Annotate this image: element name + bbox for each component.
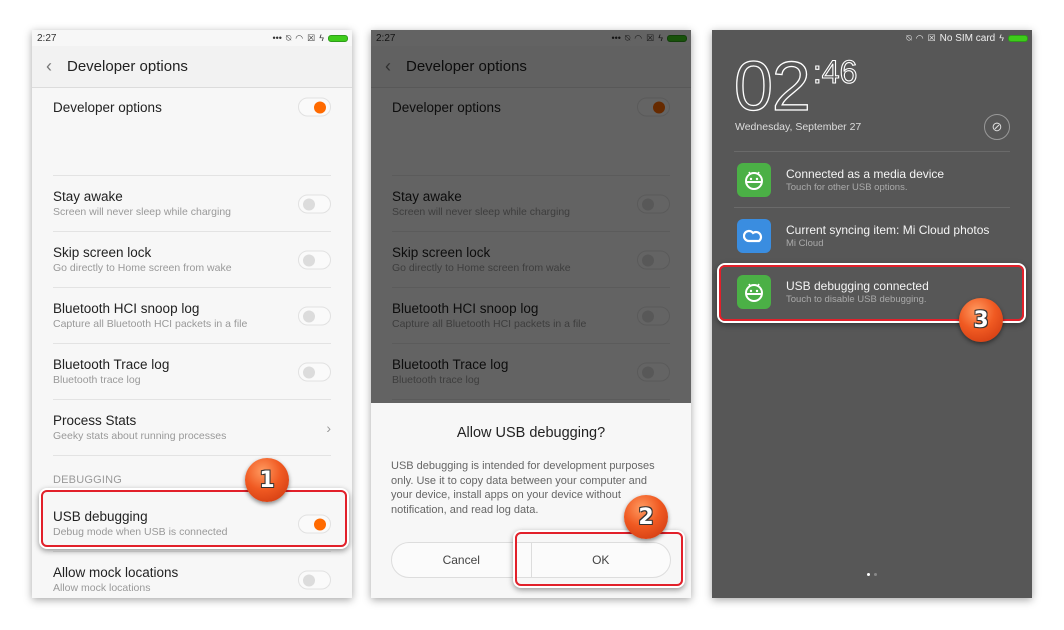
step-badge-2: 2 bbox=[624, 495, 668, 539]
row-label: Stay awake bbox=[53, 189, 123, 204]
page-dot bbox=[874, 573, 877, 576]
bt-hci-snoop-row[interactable]: Bluetooth HCI snoop log Capture all Blue… bbox=[53, 288, 331, 344]
skip-screen-lock-row[interactable]: Skip screen lock Go directly to Home scr… bbox=[53, 232, 331, 288]
bt-hci-snoop-toggle[interactable] bbox=[298, 306, 331, 325]
step-badge-3: 3 bbox=[959, 298, 1003, 342]
row-sub: Capture all Bluetooth HCI packets in a f… bbox=[53, 318, 248, 330]
alarm-off-icon: ⍉ bbox=[906, 32, 912, 43]
dialog-title: Allow USB debugging? bbox=[456, 425, 606, 441]
row-label: Process Stats bbox=[53, 413, 137, 428]
notification-sub: Mi Cloud bbox=[786, 237, 824, 249]
battery-icon bbox=[328, 34, 348, 42]
row-sub: Screen will never sleep while charging bbox=[53, 206, 232, 218]
chevron-left-icon[interactable]: ‹ bbox=[46, 56, 67, 77]
developer-options-row[interactable]: Developer options bbox=[53, 88, 331, 126]
alarm-off-icon: ⍉ bbox=[285, 32, 292, 43]
status-time: 2:27 bbox=[37, 32, 57, 44]
highlight-ok-button bbox=[515, 532, 683, 586]
stay-awake-row[interactable]: Stay awake Screen will never sleep while… bbox=[53, 176, 331, 232]
notification-title: Current syncing item: Mi Cloud photos bbox=[786, 222, 990, 237]
status-bar: ⍉ ◠ ☒ No SIM card ϟ bbox=[712, 30, 1032, 46]
stay-awake-toggle[interactable] bbox=[298, 194, 331, 213]
clock-hours: 02 bbox=[733, 47, 811, 125]
row-label: Developer options bbox=[53, 99, 162, 115]
status-bar: 2:27 ••• ⍉ ◠ ☒ ϟ bbox=[32, 30, 352, 46]
mock-locations-row[interactable]: Allow mock locations Allow mock location… bbox=[53, 552, 331, 598]
divider bbox=[53, 126, 331, 176]
no-sim-icon: ☒ bbox=[927, 32, 936, 43]
row-sub: Bluetooth trace log bbox=[53, 374, 141, 386]
android-icon bbox=[737, 162, 771, 197]
header: ‹ Developer options bbox=[32, 46, 352, 88]
wifi-icon: ◠ bbox=[915, 32, 924, 43]
notification-item[interactable]: Connected as a media device Touch for ot… bbox=[734, 151, 1010, 207]
cloud-icon bbox=[737, 218, 771, 253]
page-title: Developer options bbox=[67, 58, 188, 75]
row-sub: Geeky stats about running processes bbox=[53, 430, 227, 442]
page-indicator bbox=[867, 573, 877, 576]
lock-date: Wednesday, September 27 bbox=[735, 121, 862, 133]
process-stats-row[interactable]: Process Stats Geeky stats about running … bbox=[53, 400, 331, 456]
row-label: Bluetooth HCI snoop log bbox=[53, 301, 200, 316]
row-label: Allow mock locations bbox=[53, 565, 179, 580]
lock-clock: 02 :46 bbox=[733, 47, 858, 125]
row-sub: Allow mock locations bbox=[53, 582, 151, 594]
notification-item[interactable]: Current syncing item: Mi Cloud photos Mi… bbox=[734, 207, 1010, 263]
row-label: Skip screen lock bbox=[53, 245, 152, 260]
charging-icon: ϟ bbox=[999, 33, 1004, 43]
clock-minutes-value: 46 bbox=[821, 53, 858, 90]
notification-title: Connected as a media device bbox=[786, 166, 945, 181]
clear-notifications-icon[interactable]: ⊘ bbox=[984, 114, 1010, 140]
row-label: Bluetooth Trace log bbox=[53, 357, 170, 372]
developer-options-toggle[interactable] bbox=[298, 97, 331, 117]
wifi-icon: ◠ bbox=[295, 32, 304, 43]
carrier-text: No SIM card bbox=[939, 32, 996, 44]
battery-icon bbox=[1008, 34, 1028, 42]
charging-icon: ϟ bbox=[319, 33, 324, 43]
page-dot bbox=[867, 573, 870, 576]
bt-trace-log-toggle[interactable] bbox=[298, 362, 331, 381]
clock-minutes: :46 bbox=[812, 53, 858, 90]
notification-sub: Touch for other USB options. bbox=[786, 181, 908, 193]
skip-screen-lock-toggle[interactable] bbox=[298, 250, 331, 269]
bt-trace-log-row[interactable]: Bluetooth Trace log Bluetooth trace log bbox=[53, 344, 331, 400]
row-sub: Go directly to Home screen from wake bbox=[53, 262, 232, 274]
cancel-button[interactable]: Cancel bbox=[392, 543, 531, 577]
step-badge-1: 1 bbox=[245, 458, 289, 502]
chevron-right-icon: › bbox=[326, 419, 331, 436]
mock-locations-toggle[interactable] bbox=[298, 570, 331, 589]
no-sim-icon: ☒ bbox=[307, 32, 316, 43]
more-icon: ••• bbox=[272, 33, 282, 43]
highlight-usb-debugging bbox=[41, 490, 347, 547]
